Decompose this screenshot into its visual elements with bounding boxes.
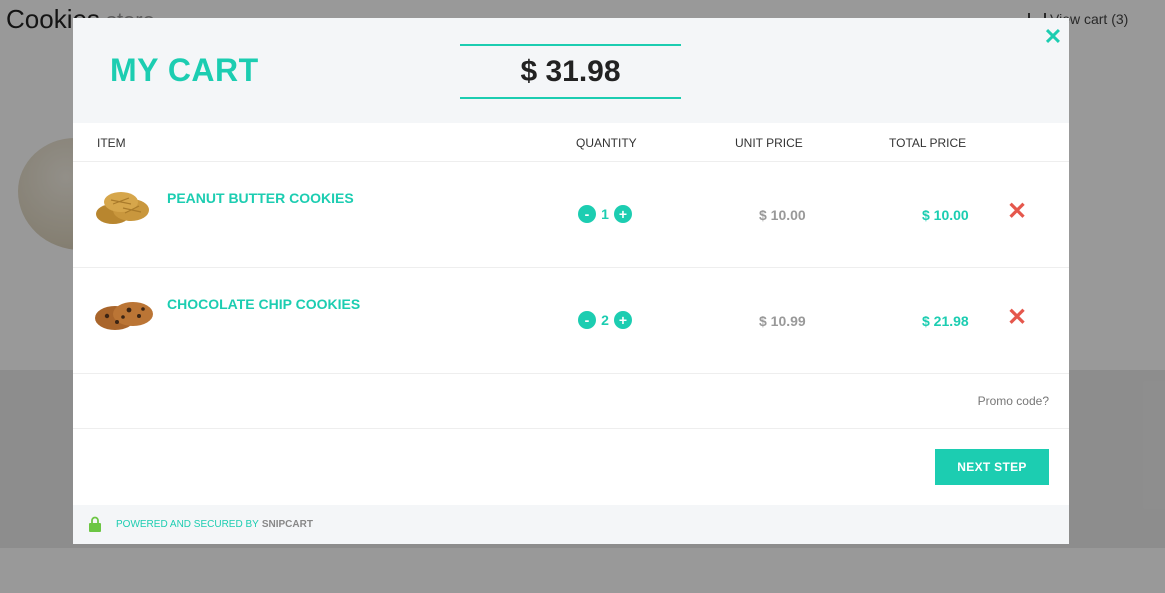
column-quantity: QUANTITY xyxy=(576,136,637,150)
column-unit-price: UNIT PRICE xyxy=(735,136,803,150)
column-headers: ITEM QUANTITY UNIT PRICE TOTAL PRICE xyxy=(73,123,1069,162)
unit-price: $ 10.00 xyxy=(759,207,806,223)
unit-price: $ 10.99 xyxy=(759,313,806,329)
close-icon[interactable]: ✕ xyxy=(1043,26,1063,48)
cart-footer: POWERED AND SECURED BY SNIPCART xyxy=(73,505,1069,544)
lock-icon xyxy=(89,516,101,532)
powered-text: POWERED AND SECURED BY xyxy=(116,519,259,530)
quantity-value: 1 xyxy=(601,206,609,222)
cart-header: MY CART $ 31.98 ✕ xyxy=(73,18,1069,123)
snipcart-brand[interactable]: SNIPCART xyxy=(262,519,313,530)
increment-button[interactable]: + xyxy=(614,311,632,329)
remove-item-icon[interactable]: ✕ xyxy=(1007,200,1027,224)
cart-total: $ 31.98 xyxy=(460,44,681,99)
product-name[interactable]: PEANUT BUTTER COOKIES xyxy=(167,190,354,206)
cart-title: MY CART xyxy=(110,52,259,88)
quantity-value: 2 xyxy=(601,312,609,328)
promo-code-link[interactable]: Promo code? xyxy=(978,394,1049,408)
peanut-butter-cookies-image xyxy=(96,192,149,224)
cart-row: PEANUT BUTTER COOKIES - 1 + $ 10.00 $ 10… xyxy=(73,162,1069,268)
powered-by: POWERED AND SECURED BY SNIPCART xyxy=(116,519,313,530)
column-item: ITEM xyxy=(97,136,126,150)
quantity-stepper: - 2 + xyxy=(578,311,632,329)
increment-button[interactable]: + xyxy=(614,205,632,223)
line-total-price: $ 21.98 xyxy=(922,313,969,329)
remove-item-icon[interactable]: ✕ xyxy=(1007,306,1027,330)
cart-row: CHOCOLATE CHIP COOKIES - 2 + $ 10.99 $ 2… xyxy=(73,268,1069,374)
decrement-button[interactable]: - xyxy=(578,205,596,223)
quantity-stepper: - 1 + xyxy=(578,205,632,223)
cart-modal: MY CART $ 31.98 ✕ ITEM QUANTITY UNIT PRI… xyxy=(73,18,1069,544)
product-name[interactable]: CHOCOLATE CHIP COOKIES xyxy=(167,296,360,312)
line-total-price: $ 10.00 xyxy=(922,207,969,223)
column-total-price: TOTAL PRICE xyxy=(889,136,967,150)
decrement-button[interactable]: - xyxy=(578,311,596,329)
promo-row: Promo code? xyxy=(73,373,1069,429)
chocolate-chip-cookies-image xyxy=(95,302,153,330)
next-step-button[interactable]: NEXT STEP xyxy=(935,449,1049,485)
